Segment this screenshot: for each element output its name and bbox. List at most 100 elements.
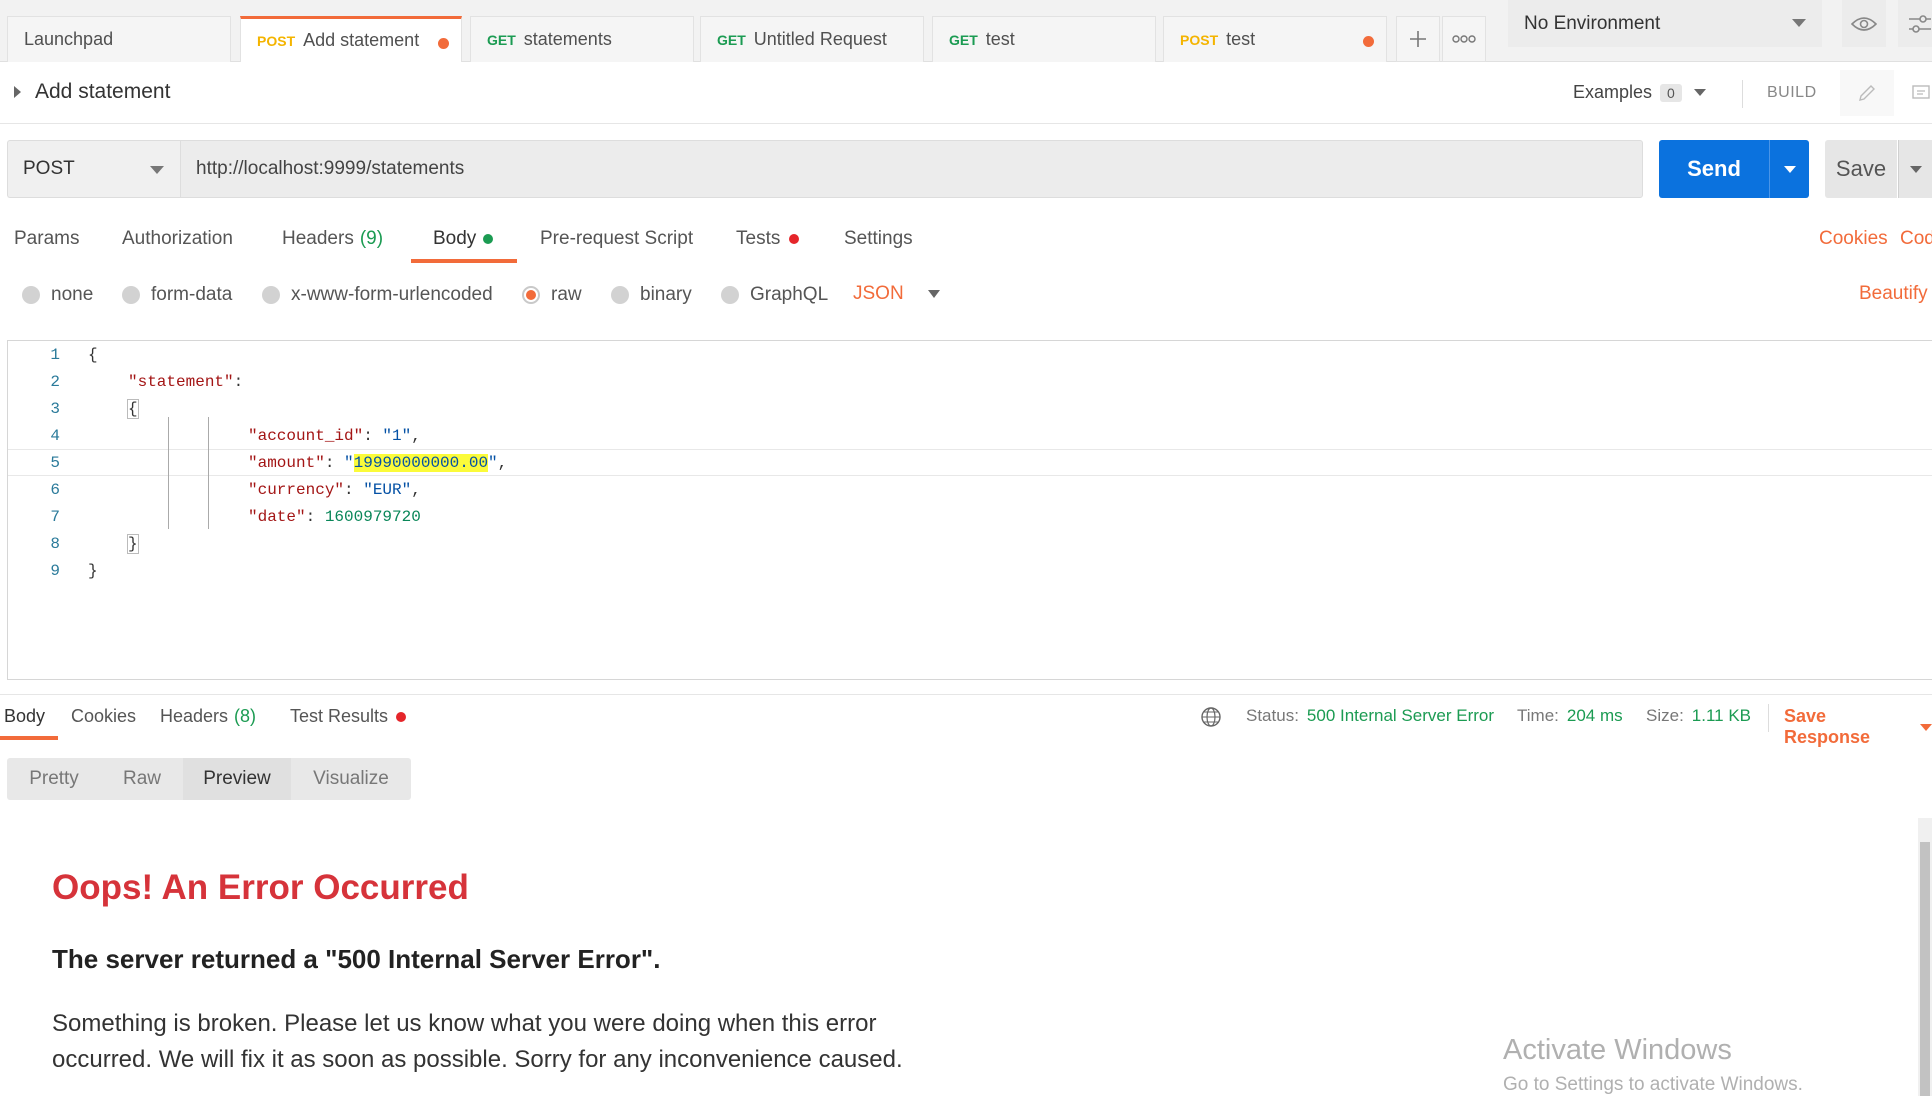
plus-icon [1410, 31, 1426, 47]
radio-form-data[interactable]: form-data [122, 284, 232, 306]
tab-pre-request-script[interactable]: Pre-request Script [540, 228, 693, 250]
code-line-current: 5 "amount": "19990000000.00", [8, 449, 1932, 476]
send-label: Send [1687, 156, 1741, 181]
radio-urlencoded[interactable]: x-www-form-urlencoded [262, 284, 493, 306]
response-tab-headers[interactable]: Headers (8) [160, 706, 256, 727]
response-tab-test-results[interactable]: Test Results [290, 706, 407, 727]
environment-quick-look-button[interactable] [1842, 0, 1886, 47]
unsaved-dot-icon [1363, 36, 1374, 47]
url-input[interactable]: http://localhost:9999/statements [180, 140, 1643, 198]
activation-watermark-title: Activate Windows [1503, 1034, 1732, 1066]
line-number: 7 [50, 507, 60, 526]
tab-params[interactable]: Params [14, 228, 79, 250]
globe-icon [1201, 707, 1221, 727]
view-preview-button[interactable]: Preview [183, 758, 291, 800]
response-tab-label: Headers [160, 706, 229, 726]
radio-graphql[interactable]: GraphQL [721, 284, 828, 306]
tab-body[interactable]: Body [433, 228, 494, 250]
send-options-button[interactable] [1769, 140, 1809, 198]
cookies-link[interactable]: Cookies [1819, 228, 1888, 250]
error-subtitle: The server returned a "500 Internal Serv… [52, 944, 661, 974]
send-button[interactable]: Send [1659, 140, 1769, 198]
tab-untitled-request[interactable]: GET Untitled Request [700, 16, 924, 62]
save-response-button[interactable]: Save Response [1784, 706, 1932, 748]
status-label: Status: [1246, 706, 1299, 725]
code-editor[interactable]: 1 { 2 "statement": 3 { 4 "account_id": "… [7, 340, 1932, 680]
line-number: 5 [50, 453, 60, 472]
network-info[interactable] [1200, 706, 1222, 728]
tab-launchpad[interactable]: Launchpad [7, 16, 231, 62]
response-tab-body[interactable]: Body [4, 706, 45, 727]
examples-dropdown[interactable]: Examples 0 [1573, 82, 1706, 103]
code-text: { [88, 346, 98, 364]
view-visualize-button[interactable]: Visualize [291, 758, 411, 800]
radio-circle-icon [262, 286, 280, 304]
ellipsis-icon [1452, 35, 1476, 43]
save-button[interactable]: Save [1825, 140, 1897, 198]
tab-tests-label: Tests [736, 228, 781, 249]
preview-scrollbar[interactable] [1918, 818, 1932, 1096]
line-number: 2 [50, 372, 60, 391]
edit-button[interactable] [1840, 70, 1894, 116]
code-text: "amount": "19990000000.00", [248, 453, 508, 472]
tab-add-statement[interactable]: POST Add statement [240, 16, 462, 62]
response-view-switcher: Pretty Raw Preview Visualize [7, 758, 411, 800]
response-size[interactable]: Size: 1.11 KB [1646, 706, 1751, 726]
tab-headers[interactable]: Headers (9) [282, 228, 383, 250]
tab-settings[interactable]: Settings [844, 228, 913, 250]
expand-caret-icon[interactable] [14, 86, 21, 98]
tab-label: test [985, 29, 1015, 49]
tab-prerequest-label: Pre-request Script [540, 228, 694, 249]
chevron-down-icon [150, 166, 164, 174]
line-number: 4 [50, 426, 60, 445]
tab-statements[interactable]: GET statements [470, 16, 694, 62]
method-select[interactable]: POST [7, 140, 180, 198]
tab-method: GET [717, 31, 746, 48]
comment-icon [1912, 85, 1930, 99]
response-status[interactable]: Status: 500 Internal Server Error [1246, 706, 1494, 726]
tab-test-post[interactable]: POST test [1163, 16, 1387, 62]
divider [1742, 80, 1743, 108]
comments-button[interactable] [1896, 70, 1932, 116]
radio-binary[interactable]: binary [611, 284, 692, 306]
sliders-icon [1909, 14, 1931, 33]
tab-body-label: Body [433, 228, 477, 249]
tab-tests[interactable]: Tests [736, 228, 800, 250]
body-format-select[interactable]: JSON [853, 283, 940, 305]
time-value: 204 ms [1566, 706, 1623, 725]
chevron-down-icon [1693, 89, 1706, 96]
code-link[interactable]: Cod [1900, 228, 1932, 250]
response-tab-cookies[interactable]: Cookies [71, 706, 136, 727]
divider [1768, 704, 1769, 732]
new-tab-button[interactable] [1396, 16, 1440, 62]
chevron-down-icon [1792, 19, 1806, 27]
view-pretty-button[interactable]: Pretty [7, 758, 101, 800]
active-tab-indicator [411, 259, 517, 263]
eye-icon [1851, 16, 1877, 31]
tab-label: statements [523, 29, 612, 49]
tab-test-get[interactable]: GET test [932, 16, 1156, 62]
error-title: Oops! An Error Occurred [52, 868, 469, 907]
code-line: 3 { [8, 395, 1932, 422]
tab-authorization[interactable]: Authorization [122, 228, 233, 250]
headers-count: (9) [359, 228, 384, 249]
view-raw-button[interactable]: Raw [101, 758, 183, 800]
build-mode-label[interactable]: BUILD [1767, 84, 1817, 102]
environment-settings-button[interactable] [1898, 0, 1932, 47]
radio-circle-icon [122, 286, 140, 304]
scrollbar-thumb[interactable] [1920, 842, 1930, 1096]
tab-method: GET [949, 31, 978, 48]
response-time[interactable]: Time: 204 ms [1517, 706, 1623, 726]
line-number: 6 [50, 480, 60, 499]
beautify-link[interactable]: Beautify [1859, 283, 1928, 305]
tab-label: test [1226, 29, 1256, 49]
request-name[interactable]: Add statement [35, 80, 170, 104]
more-tabs-button[interactable] [1442, 16, 1486, 62]
radio-raw[interactable]: raw [522, 284, 582, 306]
activation-watermark-text: Go to Settings to activate Windows. [1503, 1074, 1803, 1095]
environment-select[interactable]: No Environment [1508, 0, 1822, 47]
json-key: "account_id" [248, 426, 364, 445]
radio-none[interactable]: none [22, 284, 93, 306]
save-options-button[interactable] [1898, 140, 1932, 198]
tab-method: POST [257, 32, 296, 49]
